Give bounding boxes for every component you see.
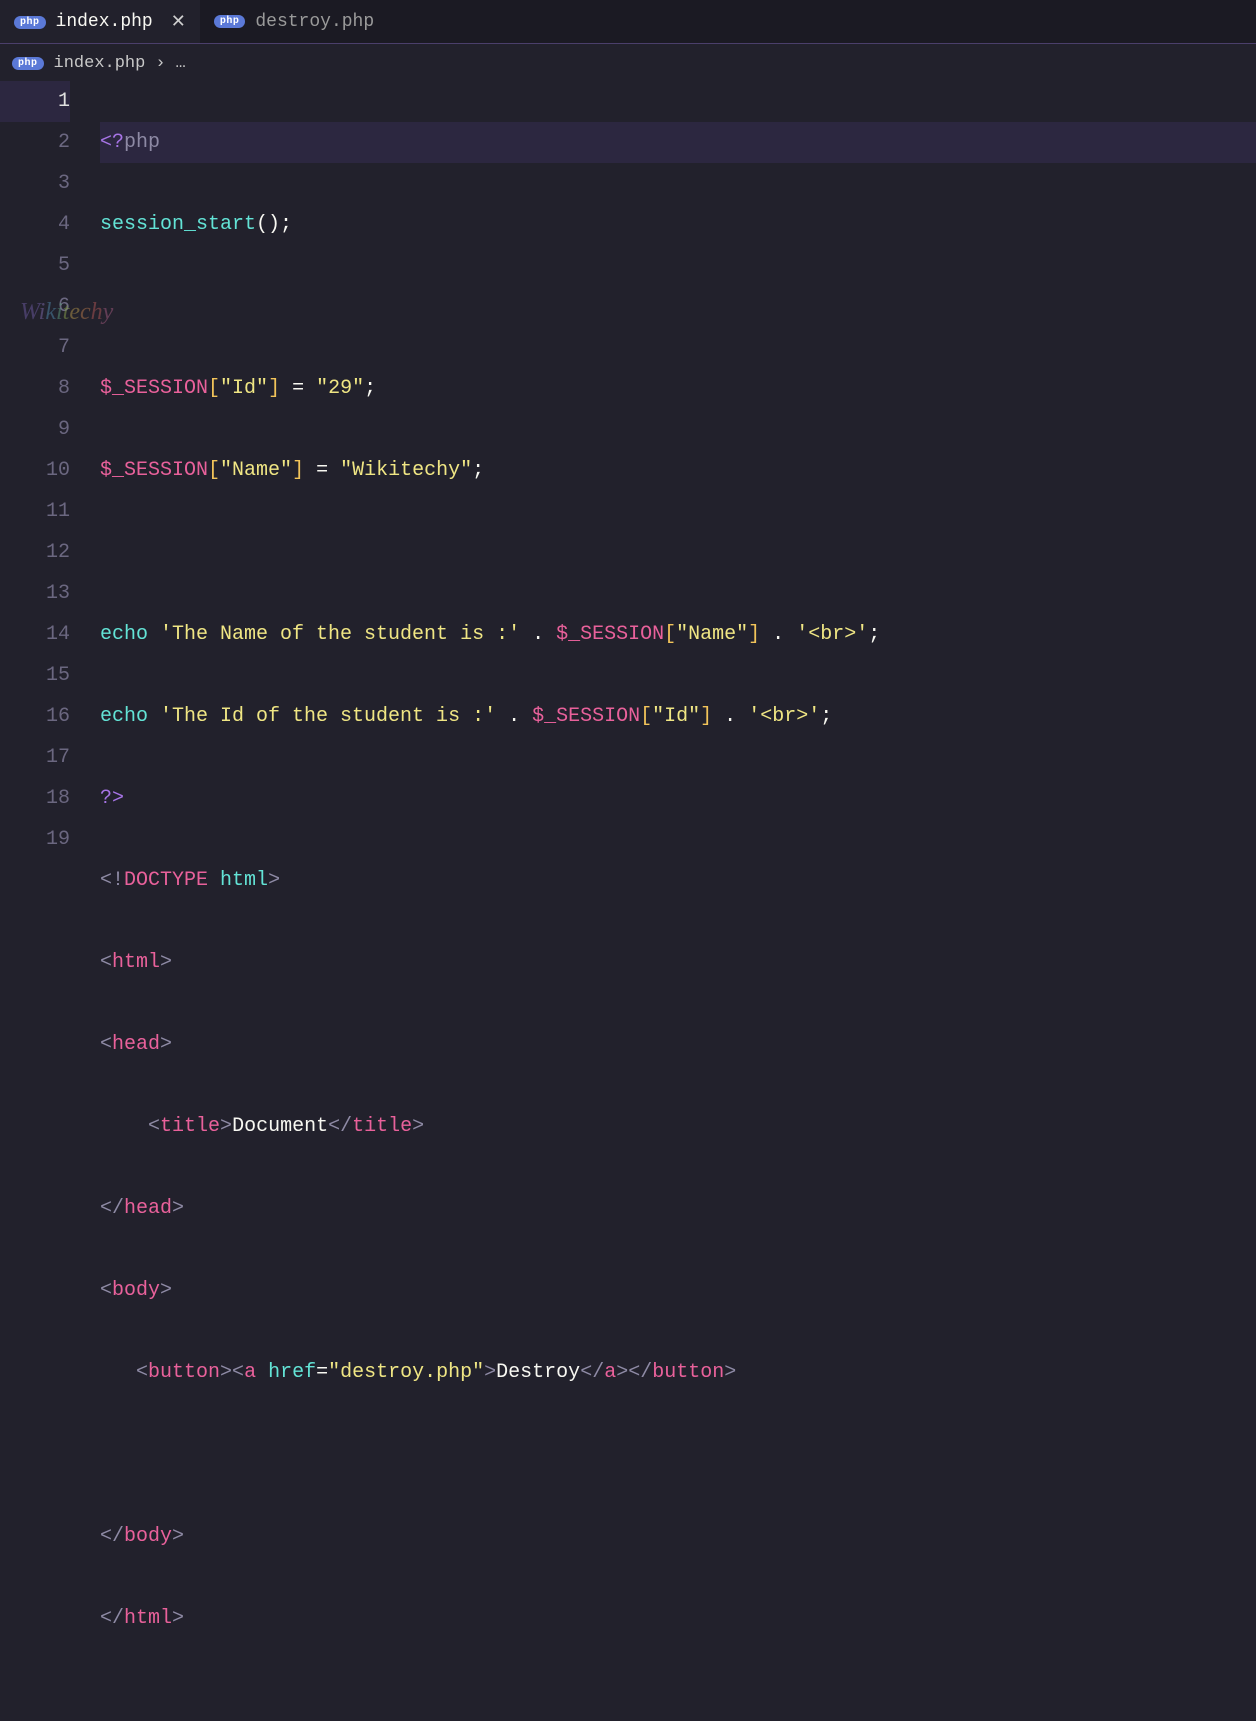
line-number: 18 [0, 778, 70, 819]
code-line: </body> [100, 1516, 1256, 1557]
code-line [100, 532, 1256, 573]
php-file-icon: php [12, 57, 44, 70]
line-number: 1 [0, 81, 70, 122]
code-line: <title>Document</title> [100, 1106, 1256, 1147]
close-icon[interactable]: ✕ [171, 11, 186, 33]
code-line: <!DOCTYPE html> [100, 860, 1256, 901]
line-number: 12 [0, 532, 70, 573]
line-number: 2 [0, 122, 70, 163]
breadcrumb[interactable]: php index.php › … [0, 44, 1256, 81]
code-line: $_SESSION["Name"] = "Wikitechy"; [100, 450, 1256, 491]
code-line [100, 1434, 1256, 1475]
php-file-icon: php [14, 16, 46, 29]
php-file-icon: php [214, 15, 246, 28]
code-line: echo 'The Name of the student is :' . $_… [100, 614, 1256, 655]
tab-label: index.php [56, 12, 153, 32]
line-number: 15 [0, 655, 70, 696]
tab-destroy-php[interactable]: php destroy.php [200, 0, 388, 43]
line-number: 3 [0, 163, 70, 204]
watermark-icon: Wikitechy [20, 292, 113, 333]
code-line: <body> [100, 1270, 1256, 1311]
line-number: 13 [0, 573, 70, 614]
code-line: <head> [100, 1024, 1256, 1065]
line-number: 11 [0, 491, 70, 532]
code-line: </html> [100, 1598, 1256, 1639]
code-line [100, 286, 1256, 327]
code-line: </head> [100, 1188, 1256, 1229]
code-line: ?> [100, 778, 1256, 819]
code-line: <html> [100, 942, 1256, 983]
line-number: 19 [0, 819, 70, 860]
breadcrumb-file: index.php [54, 54, 146, 73]
code-line: $_SESSION["Id"] = "29"; [100, 368, 1256, 409]
tab-index-php[interactable]: php index.php ✕ [0, 0, 200, 43]
line-number: 4 [0, 204, 70, 245]
line-number: 10 [0, 450, 70, 491]
line-number: 7 [0, 327, 70, 368]
tab-label: destroy.php [255, 12, 374, 32]
code-area[interactable]: <?php session_start(); $_SESSION["Id"] =… [100, 81, 1256, 1721]
tab-bar: php index.php ✕ php destroy.php [0, 0, 1256, 44]
line-number: 8 [0, 368, 70, 409]
code-line: <button><a href="destroy.php">Destroy</a… [100, 1352, 1256, 1393]
chevron-right-icon: › [155, 54, 165, 73]
line-number: 9 [0, 409, 70, 450]
code-line: echo 'The Id of the student is :' . $_SE… [100, 696, 1256, 737]
code-line: <?php [100, 122, 1256, 163]
code-line: session_start(); [100, 204, 1256, 245]
line-number: 17 [0, 737, 70, 778]
line-number: 14 [0, 614, 70, 655]
breadcrumb-tail: … [176, 54, 186, 73]
code-editor[interactable]: 1 2 3 4 5 6 7 8 9 10 11 12 13 14 15 16 1… [0, 81, 1256, 1721]
line-number: 5 [0, 245, 70, 286]
line-number: 16 [0, 696, 70, 737]
